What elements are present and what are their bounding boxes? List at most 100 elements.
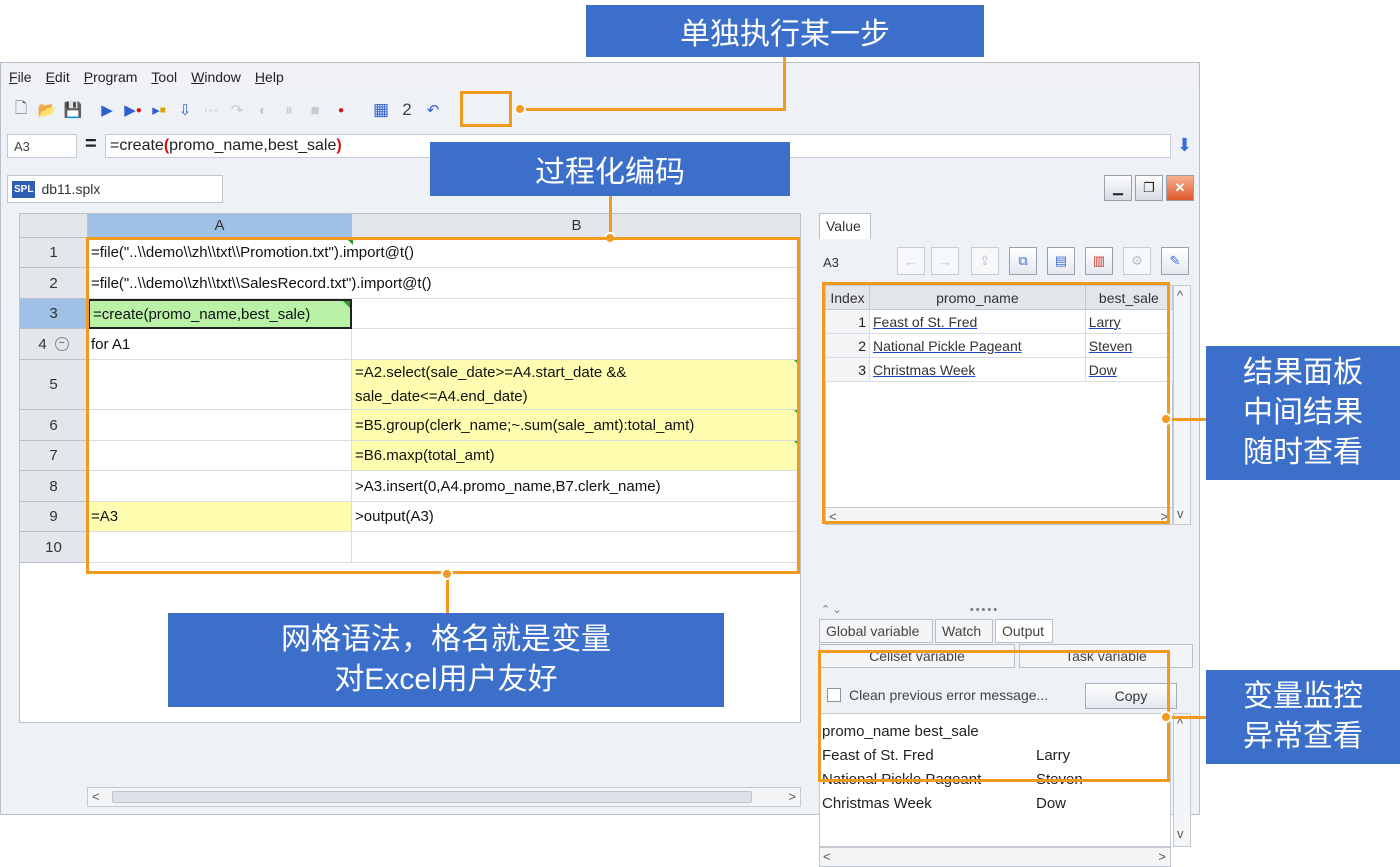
output-col1: Christmas Week (822, 795, 932, 812)
row-header[interactable]: 10 (20, 532, 88, 563)
pause-icon: ◐ (258, 101, 268, 119)
export-icon: ⇪ (971, 247, 999, 275)
menu-program[interactable]: Program (84, 69, 138, 85)
formula-function: =create (110, 137, 164, 154)
formula-args: promo_name,best_sale (169, 137, 337, 154)
output-vertical-scrollbar[interactable]: ^ v (1173, 713, 1191, 847)
callout-step: 单独执行某一步 (586, 5, 984, 57)
breakpoint-icon[interactable]: ● (329, 98, 353, 122)
row-header[interactable]: 9 (20, 502, 88, 532)
row-header[interactable]: 6 (20, 410, 88, 441)
callout-grid-line2: 对Excel用户友好 (334, 663, 558, 696)
row-number: 4 (38, 335, 47, 353)
row-header[interactable]: 8 (20, 471, 88, 502)
scroll-right-icon[interactable]: > (788, 789, 796, 804)
row-header[interactable]: 5 (20, 360, 88, 410)
formula-close-paren: ) (336, 137, 342, 154)
panel-splitter[interactable]: ⌃⌄ ••••• (821, 603, 999, 616)
connector-dot (1160, 711, 1172, 723)
highlight-grid (86, 237, 800, 574)
toolbar-number: 2 (402, 100, 412, 119)
scroll-thumb[interactable] (112, 791, 752, 803)
scroll-left-icon[interactable]: < (92, 789, 100, 804)
stop-square-icon: ■ (310, 101, 320, 119)
row-header[interactable]: 1 (20, 238, 88, 268)
highlight-value-table (822, 282, 1170, 524)
undo-icon[interactable]: ↶ (421, 98, 445, 122)
file-tab[interactable]: SPL db11.splx (7, 175, 223, 203)
collapse-icon[interactable]: − (54, 337, 69, 351)
debug-icon[interactable]: ▶ ● (121, 98, 145, 122)
expand-down-icon[interactable]: ⬇ (1177, 135, 1192, 156)
output-row: Christmas Week Dow (822, 792, 1168, 816)
row-header[interactable]: 4− (20, 329, 88, 360)
close-icon[interactable]: ✕ (1166, 175, 1194, 201)
copy-icon[interactable]: ⧉ (1009, 247, 1037, 275)
tab-watch[interactable]: Watch (935, 619, 993, 643)
file-tab-name: db11.splx (41, 181, 101, 197)
scroll-right-icon[interactable]: > (1158, 849, 1166, 864)
calculator-icon[interactable]: ▦ (369, 98, 393, 122)
equals-sign: = (85, 133, 97, 155)
output-col2: Dow (1036, 795, 1067, 812)
callout-result-panel: 结果面板 中间结果 随时查看 (1206, 346, 1400, 480)
output-horizontal-scrollbar[interactable]: < > (819, 847, 1171, 867)
row-header[interactable]: 7 (20, 441, 88, 471)
callout-watch-line2: 异常查看 (1243, 720, 1363, 753)
callout-variable-watch: 变量监控 异常查看 (1206, 670, 1400, 764)
scroll-left-icon[interactable]: < (823, 849, 831, 864)
step-icon[interactable]: ▸ ■ (147, 98, 171, 122)
scroll-down-icon[interactable]: v (1177, 506, 1184, 521)
menu-bar: File Edit Program Tool Window Help (1, 63, 1199, 91)
stop-icon: ⏸ (285, 101, 293, 119)
menu-window[interactable]: Window (191, 69, 241, 85)
back-icon: ← (897, 247, 925, 275)
column-header-b[interactable]: B (352, 214, 800, 238)
chart-icon[interactable]: ▥ (1085, 247, 1113, 275)
connector-dot (1160, 413, 1172, 425)
menu-file[interactable]: File (9, 69, 32, 85)
menu-edit[interactable]: Edit (46, 69, 70, 85)
restore-icon[interactable]: ❐ (1135, 175, 1163, 201)
scroll-up-icon[interactable]: ^ (1177, 288, 1183, 303)
highlight-calculator-button (460, 91, 512, 127)
minimize-icon[interactable]: ▁ (1104, 175, 1132, 201)
menu-tool[interactable]: Tool (151, 69, 177, 85)
callout-result-line3: 随时查看 (1243, 436, 1363, 469)
calc-icon[interactable]: ⇩ (173, 98, 197, 122)
new-icon[interactable]: 🗋 (9, 98, 33, 122)
callout-grid-line1: 网格语法，格名就是变量 (281, 623, 611, 656)
connector-step (783, 57, 786, 111)
callout-result-line2: 中间结果 (1243, 396, 1363, 429)
open-icon[interactable]: 📂 (35, 98, 59, 122)
row-header[interactable]: 2 (20, 268, 88, 299)
highlight-output-console (818, 650, 1170, 782)
callout-procedural: 过程化编码 (430, 142, 790, 196)
step-over-icon: ↷ (230, 102, 244, 119)
connector-dot (441, 568, 453, 580)
menu-help[interactable]: Help (255, 69, 284, 85)
connector-result (1170, 418, 1206, 421)
row-header[interactable]: 3 (20, 299, 88, 329)
table-view-icon[interactable]: ▤ (1047, 247, 1075, 275)
column-header-a[interactable]: A (88, 214, 352, 238)
tab-global-variable[interactable]: Global variable (819, 619, 933, 643)
value-vertical-scrollbar[interactable]: ^ v (1173, 285, 1191, 525)
grid-horizontal-scrollbar[interactable]: < > (87, 787, 801, 807)
spl-badge: SPL (12, 180, 36, 198)
pin-icon[interactable]: ✎ (1161, 247, 1189, 275)
save-icon[interactable]: 💾 (61, 98, 85, 122)
connector-grid (446, 574, 449, 614)
run-icon[interactable]: ▶ (95, 98, 119, 122)
connector-dot (514, 103, 526, 115)
callout-result-line1: 结果面板 (1243, 356, 1363, 389)
tab-output[interactable]: Output (995, 619, 1053, 643)
forward-icon: → (931, 247, 959, 275)
scroll-down-icon[interactable]: v (1177, 826, 1184, 841)
step-into-icon: ⋯ (203, 102, 219, 119)
settings-icon: ⚙ (1123, 247, 1151, 275)
corner-header (20, 214, 88, 238)
connector-watch (1170, 716, 1206, 719)
cell-reference-field[interactable]: A3 (7, 134, 77, 158)
tab-value[interactable]: Value (819, 213, 871, 239)
